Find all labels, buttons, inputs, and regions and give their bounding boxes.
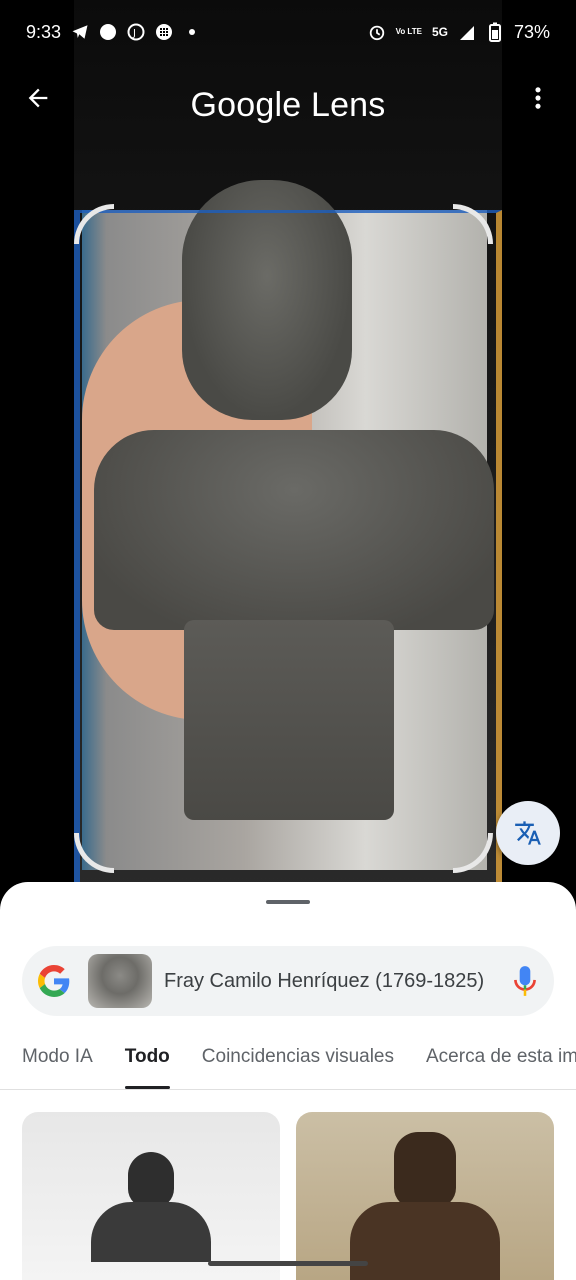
tab-acerca-de-esta-imagen[interactable]: Acerca de esta im	[426, 1040, 576, 1089]
gesture-nav-bar[interactable]	[208, 1261, 368, 1266]
results-sheet[interactable]: Fray Camilo Henríquez (1769-1825) Modo I…	[0, 882, 576, 1280]
volte-label: Vo LTE	[395, 27, 422, 36]
selection-glow	[74, 210, 502, 890]
translate-icon	[515, 821, 541, 845]
mic-icon[interactable]	[512, 964, 538, 998]
network-label: 5G	[431, 25, 448, 39]
battery-icon	[486, 22, 504, 42]
circle-app-icon	[99, 23, 117, 41]
tab-modo-ia[interactable]: Modo IA	[22, 1040, 93, 1089]
signal-icon	[458, 23, 476, 41]
more-vert-icon	[535, 87, 541, 109]
svg-text:J: J	[132, 28, 136, 39]
telegram-icon	[71, 23, 89, 41]
result-image	[350, 1132, 500, 1280]
status-bar: 9:33 J Vo LTE 5G 73%	[0, 0, 576, 64]
translate-button[interactable]	[496, 801, 560, 865]
j-app-icon: J	[127, 23, 145, 41]
status-time: 9:33	[26, 21, 62, 42]
back-button[interactable]	[22, 82, 54, 114]
result-card[interactable]	[22, 1112, 280, 1280]
more-options-button[interactable]	[522, 82, 554, 114]
top-app-bar: Google Lens	[0, 70, 576, 140]
search-bar[interactable]: Fray Camilo Henríquez (1769-1825)	[22, 946, 554, 1016]
results-tabs: Modo IA Todo Coincidencias visuales Acer…	[0, 1040, 576, 1090]
result-card[interactable]	[296, 1112, 554, 1280]
battery-percent: 73%	[513, 21, 550, 42]
tab-todo[interactable]: Todo	[124, 1040, 170, 1089]
result-image	[91, 1152, 211, 1262]
notification-dot-icon	[183, 23, 201, 41]
google-logo-icon	[38, 965, 70, 997]
arrow-left-icon	[28, 88, 48, 108]
tab-coincidencias-visuales[interactable]: Coincidencias visuales	[202, 1040, 394, 1089]
grid-app-icon	[155, 23, 173, 41]
query-image-thumbnail[interactable]	[88, 954, 152, 1008]
alarm-icon	[368, 23, 386, 41]
drag-handle[interactable]	[266, 900, 310, 904]
search-query-text[interactable]: Fray Camilo Henríquez (1769-1825)	[164, 970, 504, 993]
page-title: Google Lens	[190, 85, 386, 124]
